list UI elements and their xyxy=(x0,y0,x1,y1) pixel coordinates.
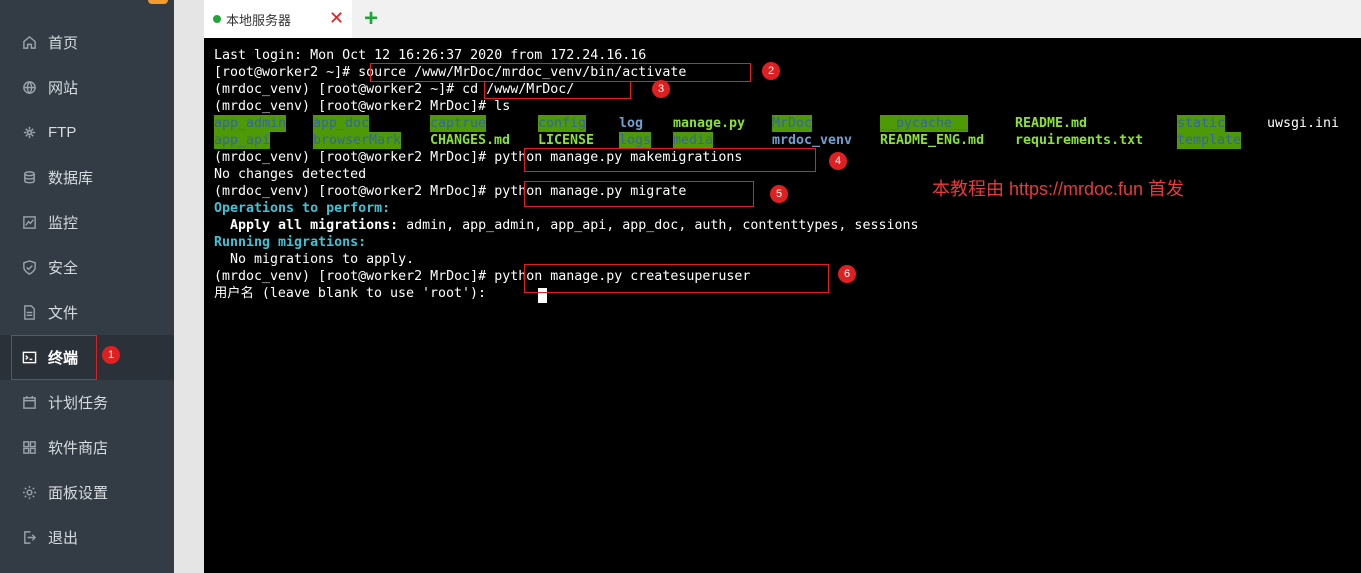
terminal-line-no-migrations: No migrations to apply. xyxy=(214,252,415,267)
close-icon[interactable]: ✕ xyxy=(329,7,344,29)
prompt: (mrdoc_venv) [root@worker2 ~]# xyxy=(214,82,463,97)
sidebar-item-home[interactable]: 首页 xyxy=(0,20,174,65)
folder-icon xyxy=(21,305,37,321)
ls-entry: captrue xyxy=(430,115,487,132)
sidebar-item-label: FTP xyxy=(48,124,77,141)
sidebar-item-database[interactable]: 数据库 xyxy=(0,155,174,200)
watermark-text: 本教程由 https://mrdoc.fun 首发 xyxy=(932,179,1185,199)
annotation-badge-2: 2 xyxy=(762,62,780,80)
sidebar-item-website[interactable]: 网站 xyxy=(0,65,174,110)
terminal-line-operations: Operations to perform: xyxy=(214,201,391,216)
ls-entry: requirements.txt xyxy=(1015,133,1144,148)
annotation-badge-5: 5 xyxy=(770,185,788,203)
terminal-line-apply: Apply all migrations: admin, app_admin, … xyxy=(214,217,918,234)
ls-entry: __pycache__ xyxy=(880,115,969,132)
sidebar-item-label: 面板设置 xyxy=(48,485,109,502)
status-dot-icon xyxy=(213,15,221,23)
sidebar-item-label: 安全 xyxy=(48,260,79,277)
shield-icon xyxy=(21,260,37,276)
prompt: (mrdoc_venv) [root@worker2 MrDoc]# xyxy=(214,184,495,199)
home-icon xyxy=(21,35,37,51)
database-icon xyxy=(21,170,37,186)
tab-local-server[interactable]: 本地服务器 ✕ xyxy=(204,0,352,38)
sidebar-item-security[interactable]: 安全 xyxy=(0,245,174,290)
sidebar-item-label: 监控 xyxy=(48,215,79,232)
ls-entry: README_ENG.md xyxy=(880,133,985,148)
terminal-line-running: Running migrations: xyxy=(214,235,367,250)
ls-entry: CHANGES.md xyxy=(430,133,511,148)
ls-entry: log xyxy=(619,116,644,131)
ls-entry: app_admin xyxy=(214,115,287,132)
ls-entry: manage.py xyxy=(673,116,746,131)
globe-icon xyxy=(21,80,37,96)
terminal-tabbar: 本地服务器 ✕ + xyxy=(204,0,1361,38)
annotation-box-5 xyxy=(524,181,754,207)
sidebar-item-store[interactable]: 软件商店 xyxy=(0,425,174,470)
annotation-box-4 xyxy=(524,148,816,172)
prompt: (mrdoc_venv) [root@worker2 MrDoc]# xyxy=(214,150,495,165)
annotation-badge-6: 6 xyxy=(838,265,856,283)
ls-entry: mrdoc_venv xyxy=(772,133,853,148)
annotation-box-2 xyxy=(370,63,751,82)
ftp-icon xyxy=(21,125,37,141)
ls-entry: browserMark xyxy=(313,132,402,149)
sidebar-item-settings[interactable]: 面板设置 xyxy=(0,470,174,515)
ls-entry: template xyxy=(1177,132,1242,149)
prompt: [root@worker2 ~]# xyxy=(214,65,359,80)
terminal-screen[interactable]: Last login: Mon Oct 12 16:26:37 2020 fro… xyxy=(204,38,1361,573)
sidebar-item-label: 文件 xyxy=(48,305,79,322)
sidebar-item-label: 数据库 xyxy=(48,170,94,187)
sidebar-item-ftp[interactable]: FTP xyxy=(0,110,174,155)
add-tab-icon[interactable]: + xyxy=(364,6,378,32)
logout-icon xyxy=(21,530,37,546)
annotation-box-3 xyxy=(484,81,631,99)
grid-icon xyxy=(21,440,37,456)
ls-entry: app_api xyxy=(214,132,271,149)
ls-entry: config xyxy=(538,115,587,132)
gear-icon xyxy=(21,485,37,501)
annotation-badge-3: 3 xyxy=(652,80,670,98)
ls-entry: logs xyxy=(619,132,652,149)
monitor-icon xyxy=(21,215,37,231)
sidebar: ⌃ 首页 网站 FTP 数据库 监控 安全 文件 终端 计划任务 软件商店 面板… xyxy=(0,0,174,573)
terminal-line-username-prompt: 用户名 (leave blank to use 'root'): xyxy=(214,286,495,301)
notification-badge xyxy=(148,0,168,4)
sidebar-item-label: 网站 xyxy=(48,80,79,97)
annotation-box-1 xyxy=(11,335,97,380)
ls-entry: static xyxy=(1177,115,1226,132)
sidebar-item-label: 退出 xyxy=(48,530,79,547)
sidebar-item-logout[interactable]: 退出 xyxy=(0,515,174,560)
calendar-icon xyxy=(21,395,37,411)
ls-entry: uwsgi.ini xyxy=(1267,116,1340,131)
ls-entry: media xyxy=(673,132,714,149)
content-gutter xyxy=(174,0,204,573)
prompt: (mrdoc_venv) [root@worker2 MrDoc]# xyxy=(214,269,495,284)
ls-entry: README.md xyxy=(1015,116,1088,131)
annotation-badge-4: 4 xyxy=(829,152,847,170)
apply-list: admin, app_admin, app_api, app_doc, auth… xyxy=(398,218,919,233)
tab-label: 本地服务器 xyxy=(226,12,292,28)
sidebar-item-cron[interactable]: 计划任务 xyxy=(0,380,174,425)
ls-entry: app_doc xyxy=(313,115,370,132)
annotation-badge-1: 1 xyxy=(102,346,120,364)
apply-label: Apply all migrations: xyxy=(214,218,399,233)
terminal-line-last-login: Last login: Mon Oct 12 16:26:37 2020 fro… xyxy=(214,48,647,63)
terminal-line-no-changes: No changes detected xyxy=(214,167,367,182)
ls-entry: LICENSE xyxy=(538,133,595,148)
annotation-box-6 xyxy=(524,264,829,293)
terminal-line-ls: (mrdoc_venv) [root@worker2 MrDoc]# ls xyxy=(214,99,511,114)
sidebar-item-monitor[interactable]: 监控 xyxy=(0,200,174,245)
sidebar-item-label: 计划任务 xyxy=(48,395,109,412)
logo-icon: ⌃ xyxy=(6,0,17,8)
ls-entry: MrDoc xyxy=(772,115,813,132)
sidebar-item-label: 首页 xyxy=(48,35,79,52)
sidebar-item-label: 软件商店 xyxy=(48,440,109,457)
sidebar-item-files[interactable]: 文件 xyxy=(0,290,174,335)
